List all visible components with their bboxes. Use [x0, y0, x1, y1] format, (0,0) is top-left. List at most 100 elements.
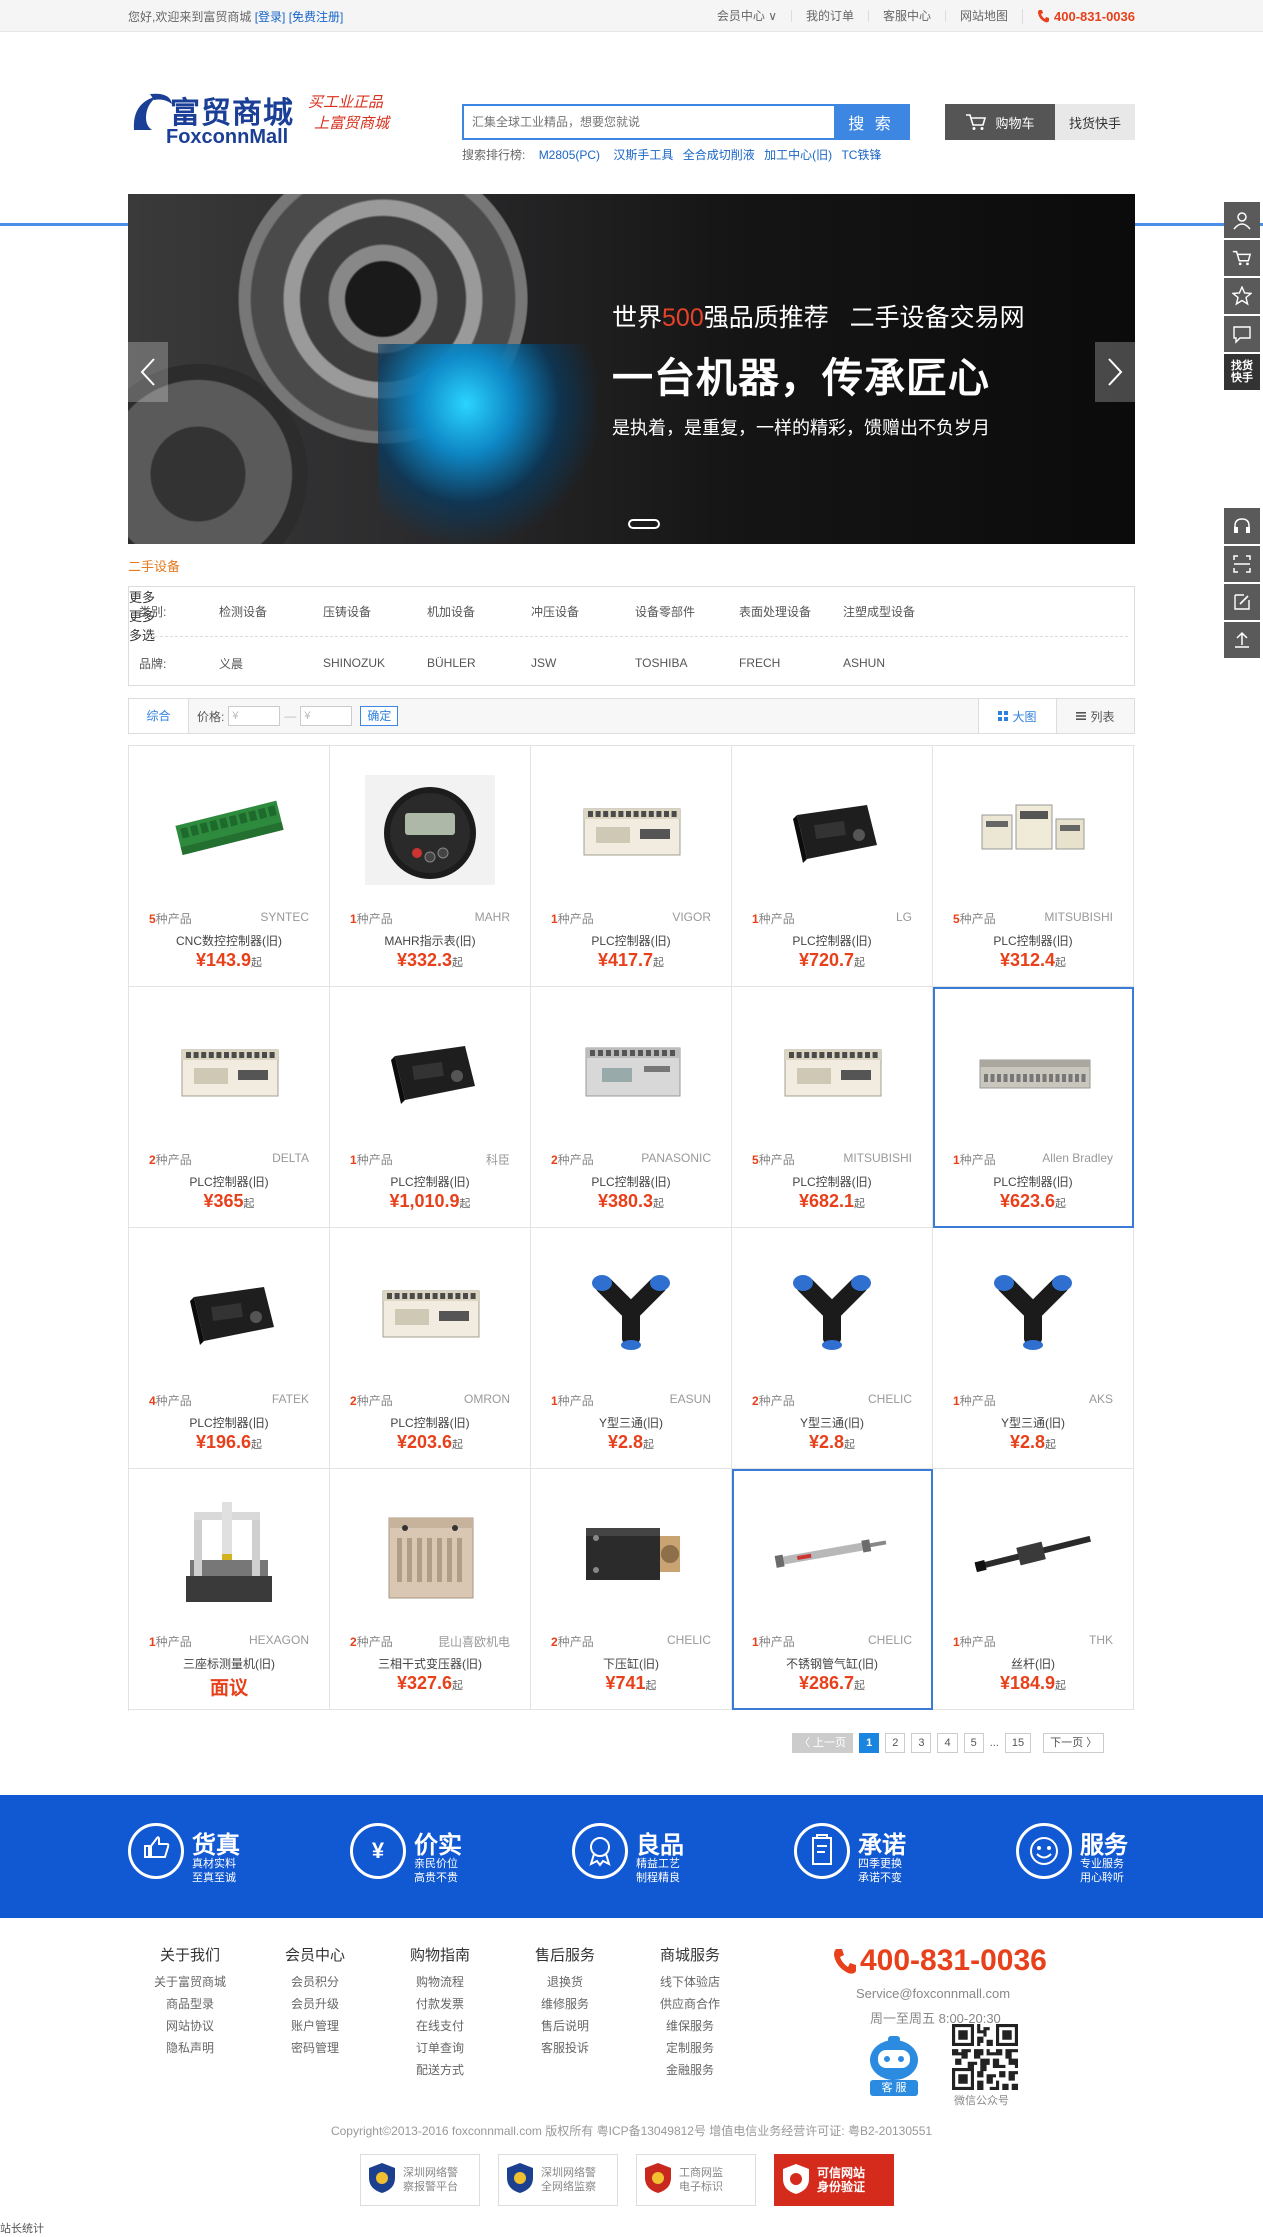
- footer-link[interactable]: 定制服务: [640, 2037, 740, 2059]
- footer-link[interactable]: 客服投诉: [515, 2037, 615, 2059]
- footer-link[interactable]: 配送方式: [390, 2059, 490, 2081]
- press-cylinder-icon[interactable]: [561, 1483, 701, 1623]
- product-name[interactable]: PLC控制器(旧): [933, 1173, 1133, 1190]
- side-scan-button[interactable]: [1224, 546, 1260, 582]
- brand-option[interactable]: TOSHIBA: [635, 656, 739, 670]
- footer-link[interactable]: 会员积分: [265, 1971, 365, 1993]
- side-quick-find-button[interactable]: 找货快手: [1224, 354, 1260, 390]
- product-brand[interactable]: 昆山喜欧机电: [438, 1633, 510, 1650]
- page-button[interactable]: 1: [859, 1733, 880, 1753]
- product-brand[interactable]: OMRON: [464, 1392, 510, 1406]
- last-page-button[interactable]: 15: [1004, 1733, 1032, 1753]
- service-center-link[interactable]: 客服中心: [868, 10, 945, 22]
- plc-beige-icon[interactable]: [159, 1001, 299, 1141]
- certification-badge[interactable]: 深圳网络警 全网络监察: [498, 2154, 618, 2206]
- cmm-machine-icon[interactable]: [159, 1483, 299, 1623]
- site-stat-link[interactable]: 站长统计: [0, 2220, 44, 2236]
- product-name[interactable]: 三相干式变压器(旧): [330, 1655, 530, 1672]
- brand-option[interactable]: BÜHLER: [427, 656, 531, 670]
- side-feedback-button[interactable]: [1224, 584, 1260, 620]
- product-brand[interactable]: FATEK: [272, 1392, 309, 1406]
- product-card[interactable]: 2种产品 OMRON PLC控制器(旧) ¥203.6起: [330, 1228, 531, 1469]
- footer-link[interactable]: 网站协议: [140, 2015, 240, 2037]
- product-card[interactable]: 1种产品 MAHR MAHR指示表(旧) ¥332.3起: [330, 746, 531, 987]
- product-name[interactable]: PLC控制器(旧): [732, 1173, 932, 1190]
- page-button[interactable]: 2: [885, 1733, 906, 1753]
- prev-page-button[interactable]: 〈 上一页: [792, 1733, 854, 1753]
- certification-badge[interactable]: 可信网站 身份验证: [774, 2154, 894, 2206]
- plc-beige-icon[interactable]: [561, 760, 701, 900]
- product-name[interactable]: Y型三通(旧): [531, 1414, 731, 1431]
- footer-link[interactable]: 金融服务: [640, 2059, 740, 2081]
- plc-black-icon[interactable]: [159, 1242, 299, 1382]
- product-name[interactable]: Y型三通(旧): [933, 1414, 1133, 1431]
- price-confirm-button[interactable]: 确定: [360, 706, 399, 726]
- product-brand[interactable]: DELTA: [272, 1151, 309, 1165]
- plc-modules-icon[interactable]: [963, 760, 1103, 900]
- side-service-button[interactable]: [1224, 508, 1260, 544]
- brand-option[interactable]: SHINOZUK: [323, 656, 427, 670]
- product-brand[interactable]: MITSUBISHI: [1044, 910, 1113, 924]
- product-brand[interactable]: CHELIC: [868, 1633, 912, 1647]
- side-cart-button[interactable]: [1224, 240, 1260, 276]
- product-name[interactable]: 丝杆(旧): [933, 1655, 1133, 1672]
- product-name[interactable]: 三座标测量机(旧): [129, 1655, 329, 1672]
- footer-link[interactable]: 售后说明: [515, 2015, 615, 2037]
- brand-option[interactable]: JSW: [531, 656, 635, 670]
- plc-black-icon[interactable]: [360, 1001, 500, 1141]
- brand-option[interactable]: FRECH: [739, 656, 843, 670]
- product-card[interactable]: 2种产品 DELTA PLC控制器(旧) ¥365起: [129, 987, 330, 1228]
- hot-keyword[interactable]: TC铁锋: [841, 148, 881, 162]
- footer-link[interactable]: 订单查询: [390, 2037, 490, 2059]
- category-option[interactable]: 机加设备: [427, 603, 531, 620]
- product-name[interactable]: 不锈钢管气缸(旧): [732, 1655, 932, 1672]
- rod-cylinder-icon[interactable]: [762, 1483, 902, 1623]
- product-card[interactable]: 2种产品 PANASONIC PLC控制器(旧) ¥380.3起: [531, 987, 732, 1228]
- product-card[interactable]: 1种产品 CHELIC 不锈钢管气缸(旧) ¥286.7起: [732, 1469, 933, 1710]
- product-name[interactable]: PLC控制器(旧): [531, 932, 731, 949]
- page-button[interactable]: 4: [937, 1733, 958, 1753]
- brand-option[interactable]: ASHUN: [843, 656, 947, 670]
- certification-badge[interactable]: 深圳网络警 察报警平台: [360, 2154, 480, 2206]
- hot-keyword[interactable]: 全合成切削液: [683, 148, 755, 162]
- product-brand[interactable]: AKS: [1089, 1392, 1113, 1406]
- footer-link[interactable]: 退换货: [515, 1971, 615, 1993]
- y-fitting-icon[interactable]: [561, 1242, 701, 1382]
- banner-indicator[interactable]: [628, 519, 660, 529]
- product-card[interactable]: 1种产品 科臣 PLC控制器(旧) ¥1,010.9起: [330, 987, 531, 1228]
- product-card[interactable]: 1种产品 THK 丝杆(旧) ¥184.9起: [933, 1469, 1134, 1710]
- product-name[interactable]: PLC控制器(旧): [531, 1173, 731, 1190]
- product-brand[interactable]: EASUN: [670, 1392, 711, 1406]
- search-button[interactable]: 搜 索: [834, 106, 908, 138]
- category-option[interactable]: 设备零部件: [635, 603, 739, 620]
- plc-beige-icon[interactable]: [360, 1242, 500, 1382]
- product-card[interactable]: 1种产品 Allen Bradley PLC控制器(旧) ¥623.6起: [933, 987, 1134, 1228]
- footer-email[interactable]: Service@foxconnmall.com: [856, 1986, 1010, 2001]
- hot-keyword[interactable]: 汉斯手工具: [613, 148, 673, 162]
- product-card[interactable]: 1种产品 EASUN Y型三通(旧) ¥2.8起: [531, 1228, 732, 1469]
- product-card[interactable]: 1种产品 VIGOR PLC控制器(旧) ¥417.7起: [531, 746, 732, 987]
- footer-link[interactable]: 维修服务: [515, 1993, 615, 2015]
- product-brand[interactable]: CHELIC: [667, 1633, 711, 1647]
- product-card[interactable]: 1种产品 AKS Y型三通(旧) ¥2.8起: [933, 1228, 1134, 1469]
- page-button[interactable]: 3: [911, 1733, 932, 1753]
- footer-link[interactable]: 线下体验店: [640, 1971, 740, 1993]
- product-card[interactable]: 2种产品 昆山喜欧机电 三相干式变压器(旧) ¥327.6起: [330, 1469, 531, 1710]
- y-fitting-icon[interactable]: [963, 1242, 1103, 1382]
- side-user-button[interactable]: [1224, 202, 1260, 238]
- footer-link[interactable]: 在线支付: [390, 2015, 490, 2037]
- product-card[interactable]: 5种产品 SYNTEC CNC数控控制器(旧) ¥143.9起: [129, 746, 330, 987]
- footer-link[interactable]: 付款发票: [390, 1993, 490, 2015]
- category-option[interactable]: 检测设备: [219, 603, 323, 620]
- footer-link[interactable]: 关于富贸商城: [140, 1971, 240, 1993]
- product-brand[interactable]: VIGOR: [672, 910, 711, 924]
- product-card[interactable]: 1种产品 HEXAGON 三座标测量机(旧) 面议: [129, 1469, 330, 1710]
- brand-option[interactable]: 义晨: [219, 655, 323, 672]
- product-brand[interactable]: SYNTEC: [260, 910, 309, 924]
- product-card[interactable]: 2种产品 CHELIC Y型三通(旧) ¥2.8起: [732, 1228, 933, 1469]
- product-brand[interactable]: MAHR: [475, 910, 510, 924]
- login-link[interactable]: [登录]: [255, 10, 286, 24]
- plc-black-icon[interactable]: [762, 760, 902, 900]
- hot-keyword[interactable]: M2805(PC): [539, 148, 600, 162]
- member-center-link[interactable]: 会员中心 ∨: [703, 10, 791, 22]
